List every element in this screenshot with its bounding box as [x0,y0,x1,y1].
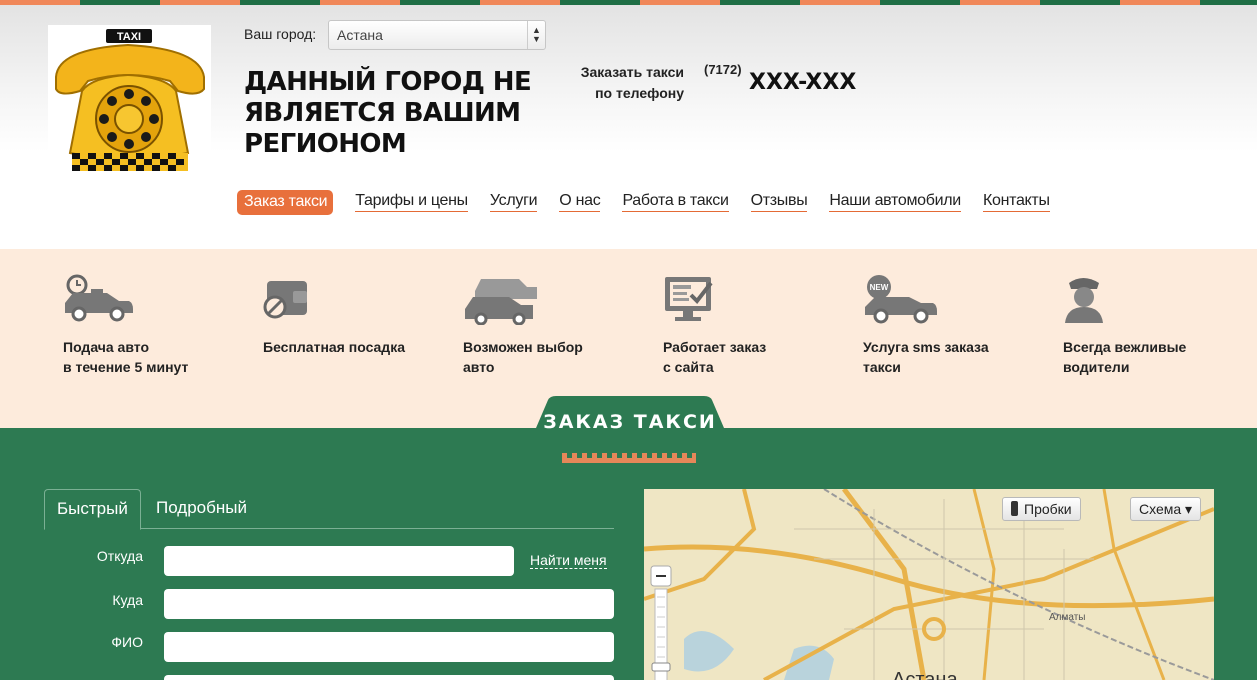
feature-item: Работает заказ с сайта [663,273,853,377]
nav-item-contacts[interactable]: Контакты [982,192,1050,212]
feature-line2: такси [863,359,901,375]
car-clock-icon [65,274,133,322]
feature-line2: авто [463,359,495,375]
nav-item-services[interactable]: Услуги [489,192,538,212]
name-label: ФИО [111,634,143,650]
find-me-link[interactable]: Найти меня [530,552,607,569]
phone-number: XXX-XXX [749,70,857,95]
feature-line1: Всегда вежливые [1063,339,1187,355]
zoom-control[interactable] [650,565,672,680]
order-by-phone-label: Заказать такси по телефону [560,62,684,104]
from-input[interactable] [164,546,514,576]
feature-line1: Услуга sms заказа [863,339,989,355]
new-badge-text: NEW [870,283,889,292]
feature-line2: водители [1063,359,1130,375]
map-city-label: Астана [892,669,958,680]
monitor-check-icon [665,277,713,321]
feature-line2: с сайта [663,359,714,375]
order-tabs: Быстрый Подробный [44,489,614,530]
feature-line1: Бесплатная посадка [263,339,405,355]
nav-item-jobs[interactable]: Работа в такси [622,192,729,212]
nav-item-order-taxi[interactable]: Заказ такси [237,189,334,215]
traffic-light-icon [1011,501,1018,516]
taxi-phone-icon: TAXI [55,29,205,171]
phone-code: (7172) [704,62,742,77]
map-canvas [644,489,1214,680]
region-notice: ДАННЫЙ ГОРОД НЕ ЯВЛЯЕТСЯ ВАШИМ РЕГИОНОМ [244,67,532,159]
to-input[interactable] [164,589,614,619]
traffic-button-label: Пробки [1024,501,1072,517]
checker-decoration [562,453,696,463]
select-arrows-icon: ▲ ▼ [527,21,545,49]
nav-item-reviews[interactable]: Отзывы [750,192,808,212]
city-select[interactable]: Астана ▲ ▼ [328,20,546,50]
car-new-icon: NEW [865,275,937,324]
order-by-phone-line1: Заказать такси [580,64,684,80]
main-nav: Заказ такси Тарифы и цены Услуги О нас Р… [237,189,1072,215]
name-input[interactable] [164,632,614,662]
wallet-no-icon [263,281,307,319]
feature-item: Всегда вежливые водители [1063,273,1253,377]
feature-line1: Работает заказ [663,339,767,355]
extra-input[interactable] [164,675,614,680]
logo[interactable]: TAXI [48,25,211,175]
logo-sign-text: TAXI [117,31,141,43]
city-label: Ваш город: [244,26,317,42]
feature-item: Подача авто в течение 5 минут [63,273,253,377]
to-label: Куда [112,592,143,608]
tab-detailed[interactable]: Подробный [144,489,259,529]
feature-line2: в течение 5 минут [63,359,189,375]
order-by-phone-line2: по телефону [595,85,684,101]
driver-icon [1065,278,1103,323]
traffic-button[interactable]: Пробки [1002,497,1081,521]
feature-item: Возможен выбор авто [463,273,653,377]
zoom-slider-icon [650,565,672,680]
feature-line1: Возможен выбор [463,339,583,355]
nav-item-about[interactable]: О нас [559,192,601,212]
feature-item: Бесплатная посадка [263,273,453,357]
city-select-value: Астана [337,27,383,43]
tab-quick[interactable]: Быстрый [44,489,141,530]
section-title: ЗАКАЗ ТАКСИ [543,411,717,433]
nav-item-tariffs[interactable]: Тарифы и цены [355,192,468,212]
feature-item: NEW Услуга sms заказа такси [863,273,1053,377]
from-label: Откуда [96,548,143,564]
two-cars-icon [465,279,537,325]
nav-item-cars[interactable]: Наши автомобили [829,192,961,212]
feature-line1: Подача авто [63,339,149,355]
map[interactable]: Пробки Схема ▾ Алматы Астана [644,489,1214,680]
map-road-label: Алматы [1049,612,1086,623]
scheme-button[interactable]: Схема ▾ [1130,497,1202,521]
